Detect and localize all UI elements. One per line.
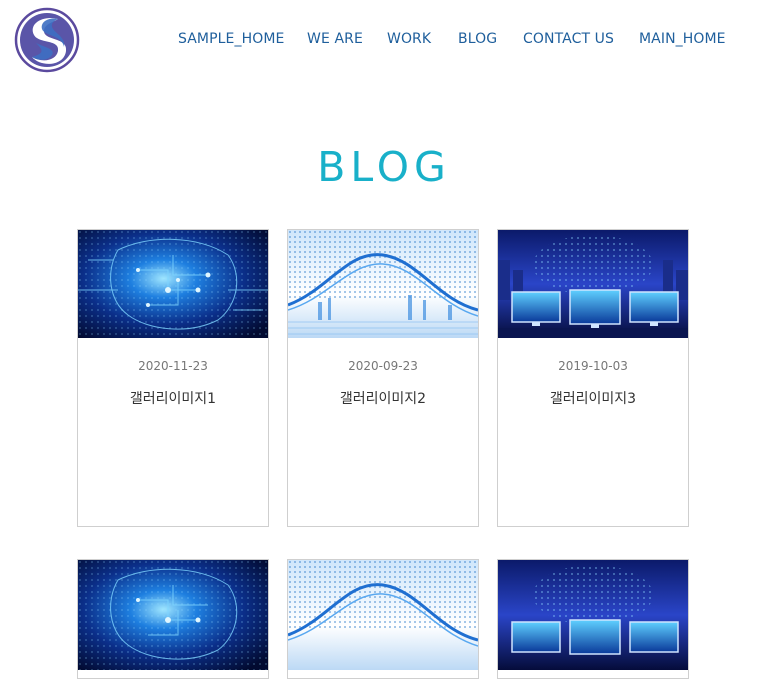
nav-we-are[interactable]: WE ARE bbox=[307, 31, 363, 47]
page-title: BLOG bbox=[317, 143, 451, 192]
gallery-card-1[interactable]: 2020-11-23 갤러리이미지1 bbox=[77, 229, 269, 527]
monitors-city-night-image bbox=[498, 230, 688, 338]
post-date: 2019-10-03 bbox=[558, 359, 628, 373]
gallery-card-3[interactable]: 2019-10-03 갤러리이미지3 bbox=[497, 229, 689, 527]
ai-brain-circuit-image bbox=[78, 230, 268, 338]
nav-blog[interactable]: BLOG bbox=[458, 31, 497, 47]
nav-main-home[interactable]: MAIN_HOME bbox=[639, 31, 726, 47]
main-nav: SAMPLE_HOME WE ARE WORK BLOG CONTACT US … bbox=[0, 31, 768, 51]
post-date: 2020-09-23 bbox=[348, 359, 418, 373]
monitors-city-night-image bbox=[498, 560, 688, 670]
gallery-card-6[interactable] bbox=[497, 559, 689, 679]
world-map-network-image bbox=[288, 560, 478, 670]
gallery-card-5[interactable] bbox=[287, 559, 479, 679]
post-title[interactable]: 갤러리이미지2 bbox=[288, 388, 478, 408]
ai-brain-circuit-image bbox=[78, 560, 268, 670]
nav-work[interactable]: WORK bbox=[387, 31, 431, 47]
gallery-card-2[interactable]: 2020-09-23 갤러리이미지2 bbox=[287, 229, 479, 527]
post-title[interactable]: 갤러리이미지3 bbox=[498, 388, 688, 408]
post-title[interactable]: 갤러리이미지1 bbox=[78, 388, 268, 408]
nav-contact-us[interactable]: CONTACT US bbox=[523, 31, 614, 47]
nav-sample-home[interactable]: SAMPLE_HOME bbox=[178, 31, 284, 47]
post-date: 2020-11-23 bbox=[138, 359, 208, 373]
gallery-card-4[interactable] bbox=[77, 559, 269, 679]
world-map-network-image bbox=[288, 230, 478, 338]
